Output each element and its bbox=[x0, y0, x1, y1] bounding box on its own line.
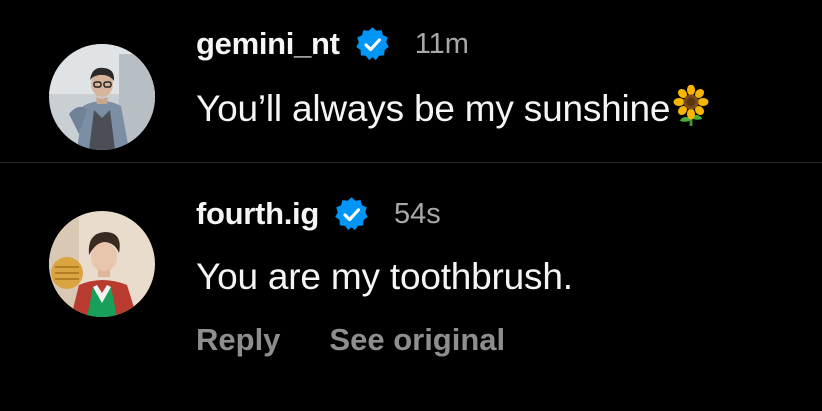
timestamp: 54s bbox=[393, 197, 441, 230]
timestamp: 11m bbox=[414, 27, 469, 60]
avatar[interactable] bbox=[49, 211, 155, 317]
avatar-image bbox=[49, 211, 155, 317]
comment-header: fourth.ig 54s bbox=[196, 194, 441, 234]
comment-header: gemini_nt 11m bbox=[196, 24, 469, 64]
comment-item: gemini_nt 11m You’ll always be my sunshi… bbox=[0, 0, 822, 162]
verified-badge-icon bbox=[333, 196, 370, 233]
comment-text: You’ll always be my sunshine bbox=[196, 84, 710, 130]
avatar-image bbox=[49, 44, 155, 150]
see-original-button[interactable]: See original bbox=[329, 322, 505, 358]
comment-item: fourth.ig 54s You are my toothbrush. Rep… bbox=[0, 163, 822, 411]
sunflower-icon bbox=[672, 84, 710, 127]
comment-text-content: You’ll always be my sunshine bbox=[196, 88, 671, 129]
comment-text: You are my toothbrush. bbox=[196, 256, 573, 297]
comment-actions: Reply See original bbox=[196, 322, 505, 358]
reply-button[interactable]: Reply bbox=[196, 322, 280, 358]
verified-badge-icon bbox=[354, 26, 391, 63]
username[interactable]: gemini_nt bbox=[196, 26, 340, 62]
avatar[interactable] bbox=[49, 44, 155, 150]
username[interactable]: fourth.ig bbox=[196, 196, 319, 232]
